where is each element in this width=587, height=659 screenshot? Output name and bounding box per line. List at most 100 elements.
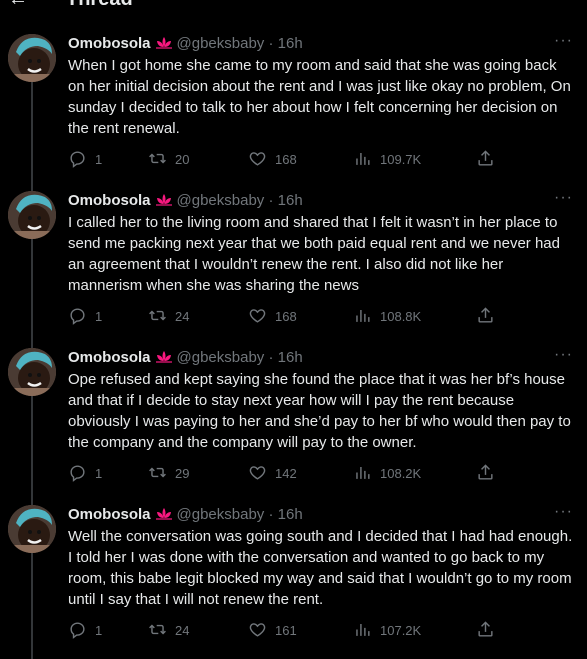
views-button[interactable]: 108.2K [353,463,421,483]
timestamp[interactable]: 16h [278,192,303,209]
author-name[interactable]: Omobosola [68,192,151,209]
views-count: 107.2K [380,623,422,638]
reply-button[interactable]: 1 [68,620,102,640]
share-icon [476,307,503,324]
lotus-icon [155,350,173,370]
more-icon[interactable]: ··· [554,346,573,364]
share-icon [476,464,503,481]
author-name[interactable]: Omobosola [68,35,151,52]
tweet-actions: 1 24 161 107.2K [68,620,508,640]
retweet-button[interactable]: 24 [148,620,189,640]
like-button[interactable]: 142 [248,463,297,483]
views-icon [353,309,380,324]
views-icon [353,623,380,638]
views-button[interactable]: 108.8K [353,306,421,326]
share-icon [476,150,503,167]
like-button[interactable]: 168 [248,306,297,326]
tweet-text: I called her to the living room and shar… [68,214,560,294]
like-count: 142 [275,466,297,481]
author-name[interactable]: Omobosola [68,349,151,366]
heart-icon [248,466,275,481]
reply-button[interactable]: 1 [68,463,102,483]
reply-count: 1 [95,309,103,324]
tweet-header: Omobosola @gbeksbaby · 16h [68,34,303,54]
retweet-icon [148,152,175,167]
author-handle[interactable]: @gbeksbaby [177,35,265,52]
avatar[interactable] [8,191,56,239]
tweet-text: Well the conversation was going south an… [68,528,573,608]
reply-button[interactable]: 1 [68,149,102,169]
tweet-header: Omobosola @gbeksbaby · 16h [68,191,303,211]
avatar[interactable] [8,34,56,82]
reply-count: 1 [95,466,103,481]
share-icon [476,621,503,638]
lotus-icon [155,507,173,527]
thread-connector [31,553,33,659]
tweet-header: Omobosola @gbeksbaby · 16h [68,505,303,525]
heart-icon [248,623,275,638]
thread-connector [31,239,33,348]
more-icon[interactable]: ··· [554,32,573,50]
like-count: 161 [275,623,297,638]
views-count: 108.8K [380,309,422,324]
views-icon [353,466,380,481]
author-name[interactable]: Omobosola [68,506,151,523]
share-button[interactable] [476,620,503,640]
heart-icon [248,152,275,167]
retweet-button[interactable]: 29 [148,463,189,483]
tweet-actions: 1 24 168 108.8K [68,306,508,326]
more-icon[interactable]: ··· [554,503,573,521]
heart-icon [248,309,275,324]
author-handle[interactable]: @gbeksbaby [177,192,265,209]
avatar[interactable] [8,505,56,553]
reply-icon [68,151,95,168]
reply-icon [68,308,95,325]
like-button[interactable]: 161 [248,620,297,640]
retweet-icon [148,309,175,324]
retweet-icon [148,623,175,638]
reply-icon [68,622,95,639]
reply-icon [68,465,95,482]
views-count: 109.7K [380,152,422,167]
lotus-icon [155,193,173,213]
separator-dot: · [268,506,274,523]
share-button[interactable] [476,463,503,483]
share-button[interactable] [476,306,503,326]
author-handle[interactable]: @gbeksbaby [177,349,265,366]
timestamp[interactable]: 16h [278,35,303,52]
retweet-count: 24 [175,623,190,638]
author-handle[interactable]: @gbeksbaby [177,506,265,523]
retweet-icon [148,466,175,481]
views-button[interactable]: 109.7K [353,149,421,169]
tweet-header: Omobosola @gbeksbaby · 16h [68,348,303,368]
separator-dot: · [268,349,274,366]
thread-connector [31,82,33,191]
arrow-left-icon[interactable]: ← [8,0,28,11]
retweet-count: 24 [175,309,190,324]
like-button[interactable]: 168 [248,149,297,169]
lotus-icon [155,36,173,56]
tweet-actions: 1 20 168 109.7K [68,149,508,169]
separator-dot: · [268,192,274,209]
share-button[interactable] [476,149,503,169]
retweet-button[interactable]: 24 [148,306,189,326]
like-count: 168 [275,309,297,324]
tweet-text: When I got home she came to my room and … [68,57,571,137]
avatar[interactable] [8,348,56,396]
reply-button[interactable]: 1 [68,306,102,326]
timestamp[interactable]: 16h [278,349,303,366]
retweet-count: 20 [175,152,190,167]
more-icon[interactable]: ··· [554,189,573,207]
timestamp[interactable]: 16h [278,506,303,523]
views-button[interactable]: 107.2K [353,620,421,640]
thread-header: ← Thread [0,0,587,12]
retweet-count: 29 [175,466,190,481]
reply-count: 1 [95,152,103,167]
views-icon [353,152,380,167]
page-title: Thread [66,0,133,11]
tweet-actions: 1 29 142 108.2K [68,463,508,483]
thread-connector [31,396,33,505]
reply-count: 1 [95,623,103,638]
like-count: 168 [275,152,297,167]
retweet-button[interactable]: 20 [148,149,189,169]
